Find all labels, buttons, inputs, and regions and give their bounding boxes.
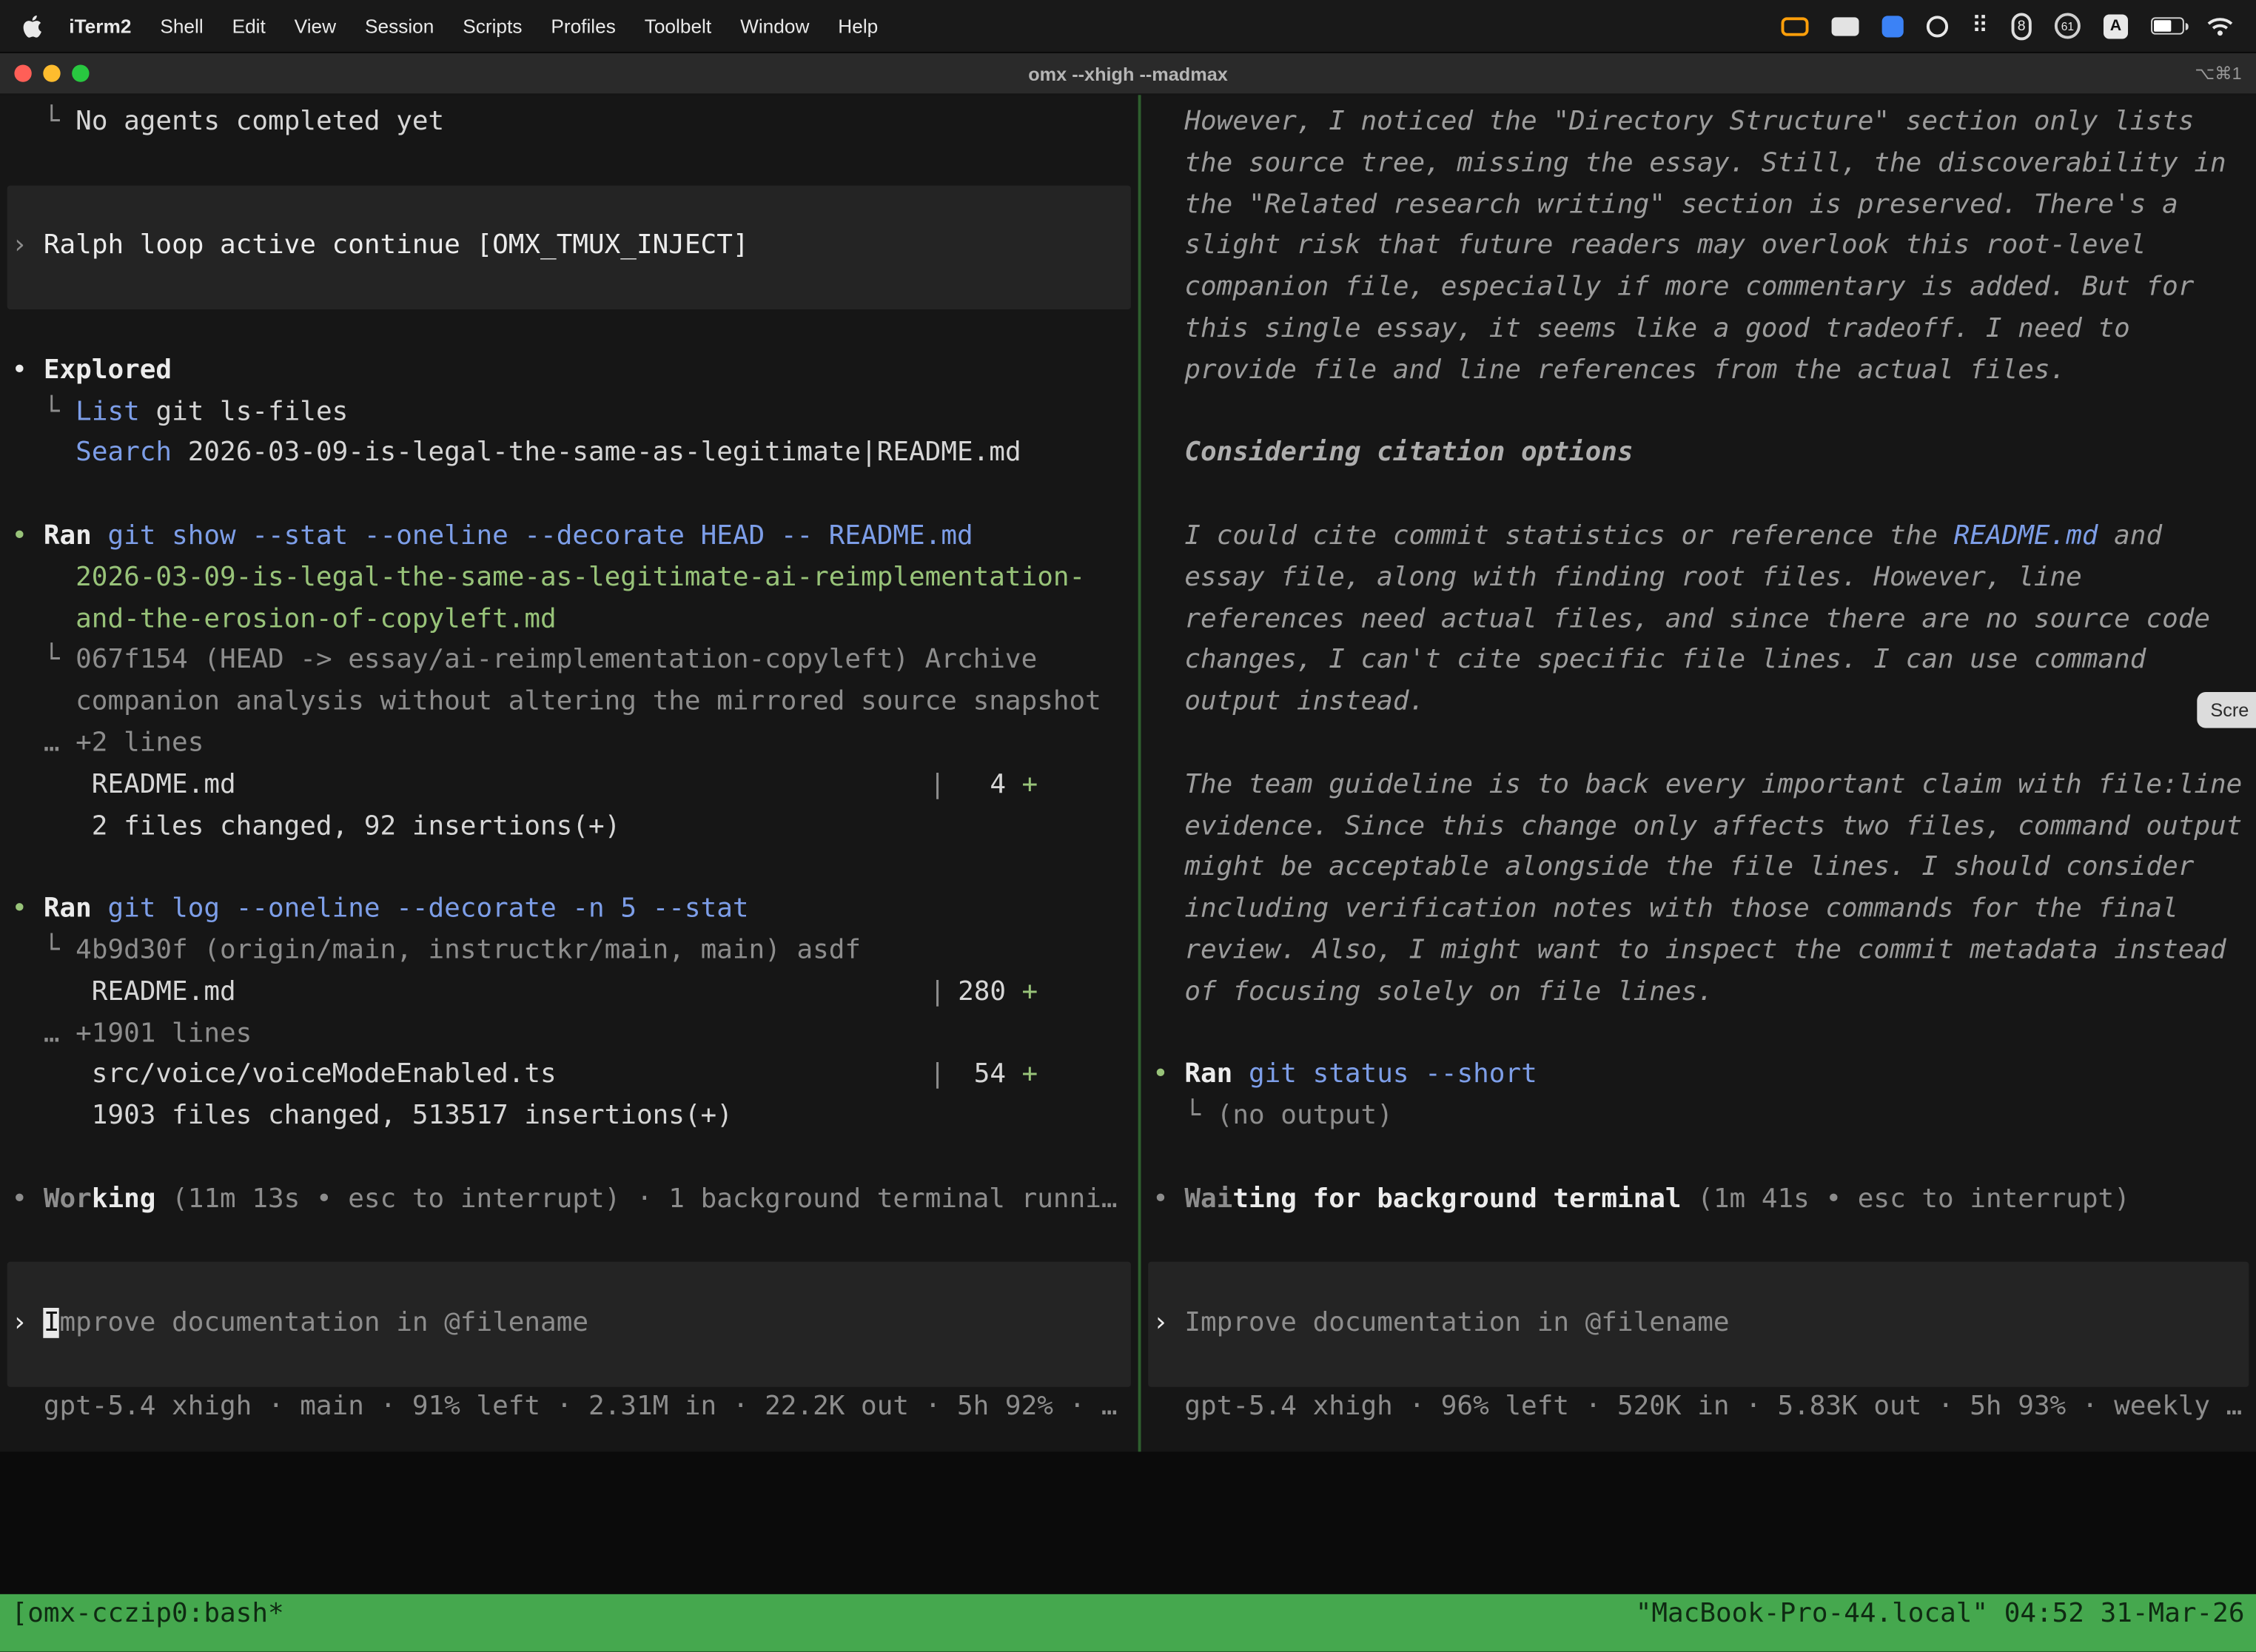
commit-message-line: └ 4b9d30f (origin/main, instructkr/main,… (12, 931, 1127, 973)
screen-share-chip[interactable]: Scre (2198, 692, 2256, 728)
menu-item-shell[interactable]: Shell (146, 15, 218, 36)
reasoning-line: this single essay, it seems like a good … (1152, 309, 2244, 351)
menu-item-help[interactable]: Help (824, 15, 893, 36)
menu-item-profiles[interactable]: Profiles (537, 15, 630, 36)
reasoning-line: the "Related research writing" section i… (1152, 185, 2244, 226)
tool-call-git-status: • Ran git status --short (1152, 1055, 2244, 1097)
tool-call-git-show: • Ran git show --stat --oneline --decora… (12, 517, 1127, 558)
model-status-line-left: gpt-5.4 xhigh · main · 91% left · 2.31M … (12, 1386, 1127, 1428)
agents-completed-line: └ No agents completed yet (12, 102, 1127, 144)
prompt-input-left[interactable]: › Improve documentation in @filename (7, 1262, 1131, 1386)
macos-menu-bar: iTerm2 Shell Edit View Session Scripts P… (0, 0, 2256, 53)
reasoning-line: I could cite commit statistics or refere… (1152, 517, 2244, 558)
menu-item-view[interactable]: View (280, 15, 350, 36)
zoom-button[interactable] (72, 64, 89, 81)
menu-item-toolbelt[interactable]: Toolbelt (630, 15, 725, 36)
reasoning-line: However, I noticed the "Directory Struct… (1152, 102, 2244, 144)
tool-call-git-log: • Ran git log --oneline --decorate -n 5 … (12, 890, 1127, 931)
diffstat-summary-line: 1903 files changed, 513517 insertions(+) (12, 1096, 1127, 1138)
ralph-loop-banner: › Ralph loop active continue [OMX_TMUX_I… (7, 185, 1131, 309)
prompt-input-right[interactable]: › Improve documentation in @filename (1148, 1262, 2249, 1386)
menu-item-session[interactable]: Session (351, 15, 449, 36)
apple-menu-icon[interactable] (23, 13, 43, 38)
screen: iTerm2 Shell Edit View Session Scripts P… (0, 0, 2256, 1652)
git-log-command: git log --oneline --decorate -n 5 --stat (107, 893, 748, 924)
app-icon-blue[interactable] (1882, 15, 1904, 36)
diffstat-line: README.md|280+ (12, 973, 1127, 1014)
reasoning-line: of focusing solely on file lines. (1152, 973, 2244, 1014)
reasoning-line: review. Also, I might want to inspect th… (1152, 931, 2244, 973)
password-manager-icon[interactable]: 8 (2012, 13, 2032, 40)
reasoning-line: might be acceptable alongside the file l… (1152, 848, 2244, 890)
reasoning-line: companion file, especially if more comme… (1152, 268, 2244, 309)
readme-link: README.md (1954, 521, 2098, 551)
prompt-input-line: › Improve documentation in @filename (1152, 1303, 1729, 1345)
reasoning-line: evidence. Since this change only affects… (1152, 807, 2244, 848)
diffstat-summary-line: 2 files changed, 92 insertions(+) (12, 807, 1127, 848)
tmux-pane-right[interactable]: However, I noticed the "Directory Struct… (1141, 95, 2256, 1451)
menu-status-icons: ⠿ 8 61 A (1782, 13, 2239, 40)
screen-recording-icon[interactable] (1782, 16, 1809, 35)
explored-header-line: • Explored (12, 351, 1127, 392)
commit-message-line: companion analysis without altering the … (12, 682, 1127, 724)
tool-bullet: • (12, 521, 44, 551)
tmux-session-name: [omx-cczip0:bash* (12, 1594, 284, 1636)
more-lines-indicator: … +2 lines (12, 724, 1127, 765)
omx-status-line: [OMX#0.11.9] cczip/essay/ai-reimplementa… (12, 1471, 2256, 1512)
menu-item-edit[interactable]: Edit (218, 15, 280, 36)
reasoning-line: essay file, along with finding root file… (1152, 558, 2244, 600)
battery-gauge-icon[interactable]: 61 (2055, 13, 2081, 38)
working-status-line: • Working (11m 13s • esc to interrupt) ·… (12, 1179, 1127, 1220)
explored-list-line: └ List git ls-files (12, 392, 1127, 434)
minimize-button[interactable] (43, 64, 60, 81)
menu-item-iterm2[interactable]: iTerm2 (55, 15, 146, 36)
git-status-command: git status --short (1249, 1059, 1537, 1089)
menu-item-window[interactable]: Window (726, 15, 824, 36)
diffstat-line: README.md|4+ (12, 765, 1127, 807)
tmux-pane-left[interactable]: └ No agents completed yet › Ralph loop a… (0, 95, 1138, 1451)
reasoning-line: slight risk that future readers may over… (1152, 226, 2244, 268)
matched-filename-line: and-the-erosion-of-copyleft.md (12, 600, 1127, 641)
close-button[interactable] (14, 64, 31, 81)
model-status-line-right: gpt-5.4 xhigh · 96% left · 520K in · 5.8… (1152, 1386, 2244, 1428)
text-cursor: I (44, 1308, 60, 1338)
battery-icon[interactable] (2151, 17, 2184, 34)
reasoning-line: references need actual files, and since … (1152, 600, 2244, 641)
diffstat-line: src/voice/voiceModeEnabled.ts|54+ (12, 1055, 1127, 1097)
explored-search-line: Search 2026-03-09-is-legal-the-same-as-l… (12, 434, 1127, 475)
window-title: omx --xhigh --madmax (0, 63, 2256, 84)
menu-item-scripts[interactable]: Scripts (449, 15, 537, 36)
reasoning-heading: Considering citation options (1152, 434, 2244, 475)
reasoning-line: the source tree, missing the essay. Stil… (1152, 144, 2244, 185)
window-title-bar: omx --xhigh --madmax ⌥⌘1 (0, 53, 2256, 95)
reasoning-line: The team guideline is to back every impo… (1152, 765, 2244, 807)
prompt-input-line: › Improve documentation in @filename (12, 1303, 588, 1345)
wifi-icon[interactable] (2207, 16, 2233, 36)
tmux-status-bar: [omx-cczip0:bash* "MacBook-Pro-44.local"… (0, 1594, 2256, 1652)
app-icon-round[interactable] (1927, 15, 1948, 36)
reasoning-line: provide file and line references from th… (1152, 351, 2244, 392)
waiting-status-line: • Waiting for background terminal (1m 41… (1152, 1179, 2244, 1220)
window-shortcut-badge: ⌥⌘1 (2195, 64, 2256, 84)
terminal-content: └ No agents completed yet › Ralph loop a… (0, 95, 2256, 1651)
ralph-loop-line: › Ralph loop active continue [OMX_TMUX_I… (12, 226, 749, 268)
more-lines-indicator: … +1901 lines (12, 1014, 1127, 1055)
tool-output-line: └ (no output) (1152, 1096, 2244, 1138)
search-command: Search (75, 438, 172, 469)
list-command: List (75, 397, 140, 427)
matched-filename-line: 2026-03-09-is-legal-the-same-as-legitima… (12, 558, 1127, 600)
input-source-icon[interactable]: A (2104, 13, 2128, 38)
tool-bullet: • (12, 893, 44, 924)
reasoning-line: including verification notes with those … (1152, 890, 2244, 931)
git-show-command: git show --stat --oneline --decorate HEA… (107, 521, 973, 551)
commit-message-line: └ 067f154 (HEAD -> essay/ai-reimplementa… (12, 641, 1127, 682)
reasoning-line: output instead. (1152, 682, 2244, 724)
tmux-host-clock: "MacBook-Pro-44.local" 04:52 31-Mar-26 (1636, 1594, 2245, 1636)
tool-bullet: • (1152, 1059, 1184, 1089)
reasoning-line: changes, I can't cite specific file line… (1152, 641, 2244, 682)
keyboard-icon[interactable] (1832, 16, 1859, 35)
app-grid-icon[interactable]: ⠿ (1972, 14, 1989, 37)
